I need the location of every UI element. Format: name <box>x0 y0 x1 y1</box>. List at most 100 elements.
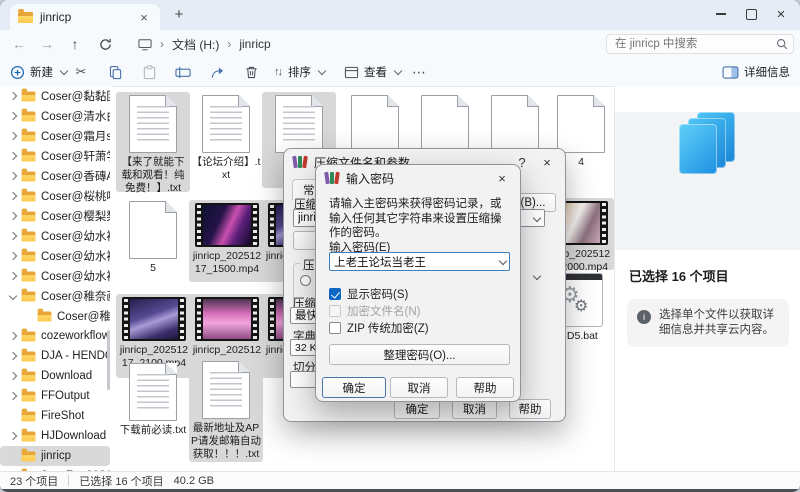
sidebar-item[interactable]: Coser@幼水衿衣 <box>0 266 110 286</box>
text-file-icon <box>129 363 177 421</box>
sidebar-item[interactable]: cozeworkflows-n <box>0 326 110 346</box>
details-hint: i 选择单个文件以获取详细信息并共享云内容。 <box>627 299 789 347</box>
checkbox-icon <box>329 305 341 317</box>
folder-icon <box>22 331 36 341</box>
blank-file-icon <box>421 95 469 153</box>
cancel-button[interactable]: 取消 <box>452 399 497 419</box>
file-name: 下载前必读.txt <box>116 424 190 437</box>
sidebar-item-label: FFOutput <box>41 390 90 402</box>
sidebar-item[interactable]: Coser@香磚Astra <box>0 166 110 186</box>
sidebar-item[interactable]: Coser@樱梨梨 - 4 <box>0 206 110 226</box>
sidebar-item-label: HJDownload <box>41 430 106 442</box>
sidebar-item-label: DJA - HENDOON <box>41 350 110 362</box>
sidebar-item-label: Coser@黏黏团子 <box>41 88 110 104</box>
chevron-right-icon[interactable] <box>9 272 17 280</box>
chevron-right-icon[interactable] <box>9 192 17 200</box>
sidebar-item[interactable]: Coser@轩萧学姐 <box>0 146 110 166</box>
sidebar-item[interactable]: FireShot <box>0 406 110 426</box>
ok-button[interactable]: 确定 <box>394 399 440 419</box>
file-tile[interactable]: 下载前必读.txt <box>116 360 190 440</box>
chevron-right-icon[interactable] <box>9 172 17 180</box>
folder-icon <box>22 151 36 161</box>
text-file-icon <box>275 95 323 153</box>
chevron-right-icon[interactable] <box>9 152 17 160</box>
sidebar-item-label: FireShot <box>41 410 84 422</box>
rar-format-radio[interactable] <box>300 275 311 286</box>
selection-count: 已选择 16 个项目 <box>79 473 163 489</box>
sidebar-item[interactable]: Download <box>0 366 110 386</box>
sidebar-item[interactable]: Coser@稚奈画册 <box>0 306 110 326</box>
file-name: 5 <box>116 262 190 275</box>
sidebar-item-label: Coser@幼水衿衣 <box>41 228 110 244</box>
chevron-right-icon[interactable] <box>9 212 17 220</box>
folder-icon <box>22 131 36 141</box>
chevron-right-icon[interactable] <box>9 432 17 440</box>
chevron-down-icon[interactable] <box>9 292 17 300</box>
chevron-right-icon[interactable] <box>9 392 17 400</box>
info-icon: i <box>637 310 651 324</box>
blank-file-icon <box>129 201 177 259</box>
sidebar-item-label: Coser@稚奈画册 <box>41 288 110 304</box>
details-panel: 已选择 16 个项目 i 选择单个文件以获取详细信息并共享云内容。 <box>614 86 800 473</box>
file-tile[interactable]: 5 <box>116 198 190 280</box>
file-tile[interactable]: 【来了就能下载和观看！纯免费！】.txt <box>116 92 190 192</box>
chevron-right-icon[interactable] <box>9 92 17 100</box>
sidebar-item[interactable]: Coser@稚奈画册 <box>0 286 110 306</box>
explorer-window: jinricp × + × ← → ↑ › 文档 (H:) › jinricp … <box>0 0 800 492</box>
chevron-right-icon[interactable] <box>9 232 17 240</box>
help-button[interactable]: 帮助 <box>456 377 514 398</box>
folder-icon <box>22 171 36 181</box>
sidebar-item[interactable]: Coser@幼水衿衣 <box>0 226 110 246</box>
zip-legacy-checkbox[interactable]: ZIP 传统加密(Z) <box>329 320 429 336</box>
sidebar-scrollbar[interactable] <box>107 330 110 390</box>
organize-passwords-button[interactable]: 整理密码(O)... <box>329 344 510 365</box>
sidebar-item[interactable]: Coser@桜桃喵 - 1 <box>0 186 110 206</box>
folder-icon <box>22 191 36 201</box>
chevron-right-icon[interactable] <box>9 332 17 340</box>
folder-icon <box>22 291 36 301</box>
sidebar-item[interactable]: Coser@清水由乃 <box>0 106 110 126</box>
video-thumbnail <box>122 297 186 341</box>
file-tile[interactable]: 最新地址及APP请发邮箱自动获取！！！.txt <box>189 358 263 462</box>
file-tile[interactable]: jinricp_20251217_1500.mp4 <box>189 200 265 282</box>
dialog-title: 输入密码 <box>346 170 486 187</box>
close-icon[interactable]: × <box>538 155 556 170</box>
sidebar-item[interactable]: Coser@幼水衿衣 <box>0 246 110 266</box>
chevron-right-icon[interactable] <box>9 352 17 360</box>
folder-icon <box>22 231 36 241</box>
cancel-button[interactable]: 取消 <box>390 377 448 398</box>
file-tile[interactable]: 【论坛介绍】.txt <box>189 92 263 172</box>
winrar-icon <box>325 172 339 184</box>
folder-icon <box>22 451 36 461</box>
selection-size: 40.2 GB <box>174 475 214 487</box>
chevron-right-icon[interactable] <box>9 132 17 140</box>
sidebar-item[interactable]: DJA - HENDOON <box>0 346 110 366</box>
ok-button[interactable]: 确定 <box>322 377 386 398</box>
sidebar-item[interactable]: jinricp <box>0 446 110 466</box>
sidebar-item[interactable]: FFOutput <box>0 386 110 406</box>
chevron-down-icon[interactable] <box>533 272 541 280</box>
selection-count-title: 已选择 16 个项目 <box>615 250 800 285</box>
chevron-right-icon[interactable] <box>9 112 17 120</box>
show-password-checkbox[interactable]: 显示密码(S) <box>329 286 408 302</box>
sidebar-item[interactable]: Coser@霜月shim <box>0 126 110 146</box>
winrar-icon <box>293 156 307 168</box>
text-file-icon <box>202 361 250 419</box>
password-input[interactable] <box>329 252 510 271</box>
chevron-right-icon[interactable] <box>9 372 17 380</box>
zip-legacy-label: ZIP 传统加密(Z) <box>347 320 429 336</box>
help-button[interactable]: 帮助 <box>509 399 551 419</box>
blank-file-icon <box>557 95 605 153</box>
file-name: jinricp_20251217_1500.mp4 <box>189 250 265 276</box>
sidebar-item-label: Coser@幼水衿衣 <box>41 268 110 284</box>
show-password-label: 显示密码(S) <box>347 286 408 302</box>
selection-preview <box>615 112 800 250</box>
sidebar-item-label: Coser@樱梨梨 - 4 <box>41 208 110 224</box>
close-icon[interactable]: × <box>493 171 511 186</box>
sidebar-item[interactable]: Coser@黏黏团子 <box>0 86 110 106</box>
password-dialog-titlebar[interactable]: 输入密码 × <box>316 165 520 191</box>
chevron-right-icon[interactable] <box>9 252 17 260</box>
blank-file-icon <box>351 95 399 153</box>
sidebar-item[interactable]: HJDownload <box>0 426 110 446</box>
folder-icon <box>22 211 36 221</box>
